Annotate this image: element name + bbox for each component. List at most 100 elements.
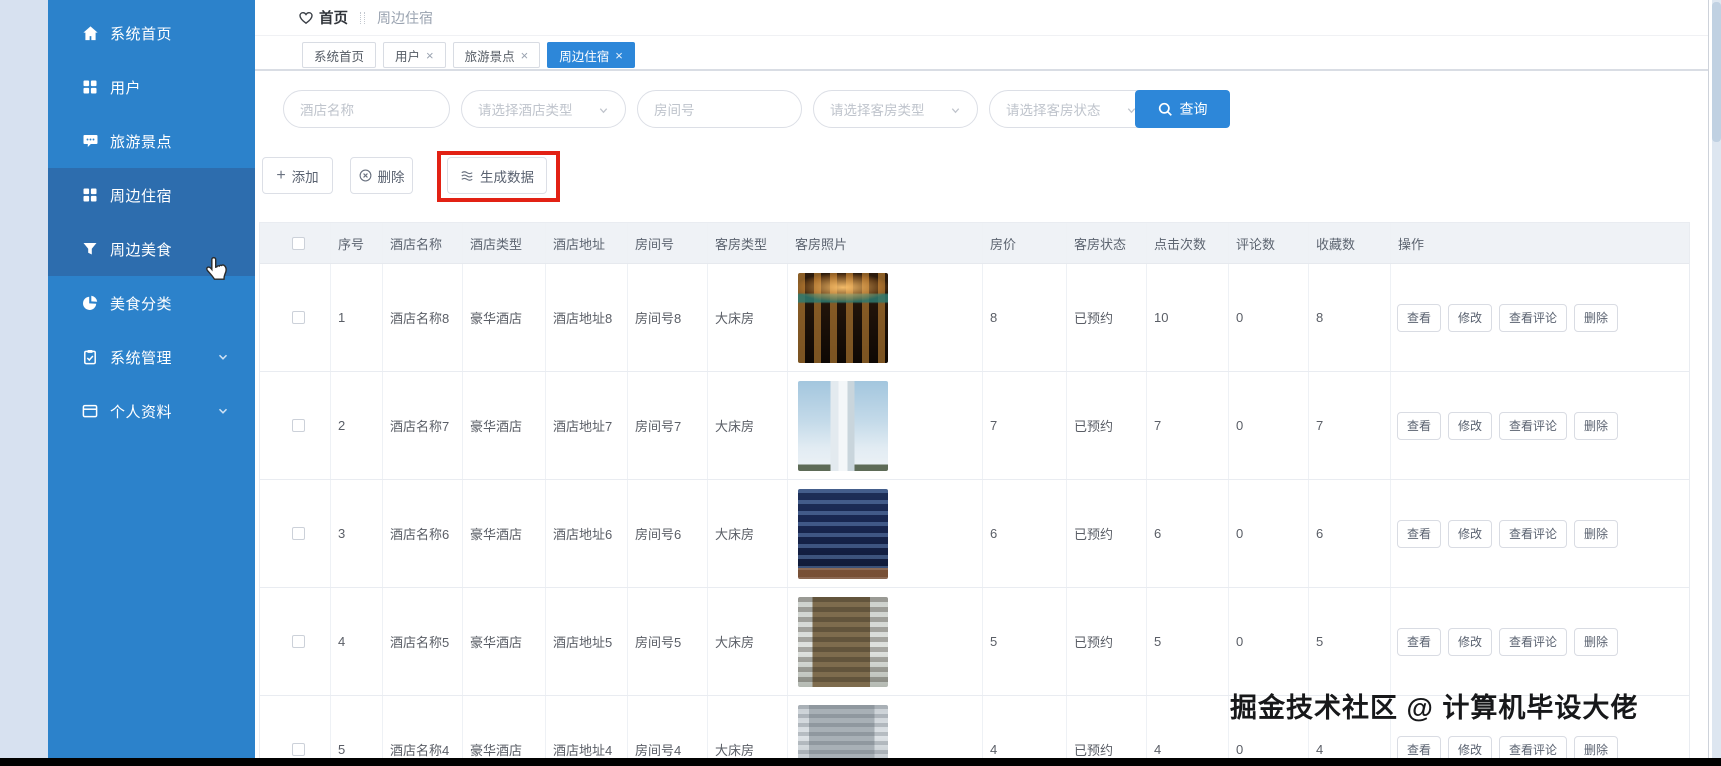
table-row: 3 酒店名称6 豪华酒店 酒店地址6 房间号6 大床房 6 已预约 6 0 6 查看 修改 查看评论 删除 [260, 480, 1689, 588]
filter-select-请选择酒店类型[interactable]: 请选择酒店类型 [461, 90, 626, 128]
tab-系统首页[interactable]: 系统首页 [302, 42, 377, 68]
cell-status: 已预约 [1067, 588, 1147, 695]
breadcrumb-separator [360, 11, 365, 24]
tab-close-icon[interactable]: × [521, 49, 529, 62]
tab-周边住宿[interactable]: 周边住宿 × [547, 42, 635, 68]
filter-select-请选择客房类型[interactable]: 请选择客房类型 [813, 90, 978, 128]
vertical-scrollbar[interactable] [1712, 0, 1721, 766]
sidebar-item-系统管理[interactable]: 系统管理 [48, 330, 255, 384]
cell-favs: 5 [1309, 588, 1391, 695]
placeholder-text: 请选择客房类型 [830, 103, 925, 118]
placeholder-text: 房间号 [654, 103, 695, 118]
row-action-查看[interactable]: 查看 [1397, 627, 1442, 656]
chevron-down-icon [216, 404, 230, 418]
app-window: 系统首页 用户 旅游景点 周边住宿 周边美食 美食分类 系统管理 个人资料 首页 周边住宿 系… [0, 0, 1721, 766]
room-photo-hotel-night-blue [798, 488, 888, 579]
row-action-查看[interactable]: 查看 [1397, 303, 1442, 332]
row-action-查看评论[interactable]: 查看评论 [1499, 627, 1568, 656]
room-photo-hotel-entrance-night [798, 272, 888, 363]
filter-input-酒店名称[interactable]: 酒店名称 [283, 90, 450, 128]
scrollbar-thumb[interactable] [1712, 2, 1721, 142]
cell-room: 房间号5 [628, 588, 708, 695]
cell-price: 7 [983, 372, 1067, 479]
placeholder-text: 请选择客房状态 [1006, 103, 1101, 118]
header-cell-房价: 房价 [983, 223, 1067, 263]
breadcrumb-home[interactable]: 首页 [298, 7, 348, 28]
header-cell-序号: 序号 [331, 223, 383, 263]
add-button-label: 添加 [291, 169, 319, 185]
breadcrumb: 首页 周边住宿 [255, 0, 1708, 36]
cell-favs: 8 [1309, 264, 1391, 371]
header-cell-点击次数: 点击次数 [1147, 223, 1229, 263]
row-action-查看评论[interactable]: 查看评论 [1499, 411, 1568, 440]
generate-data-button[interactable]: 生成数据 [447, 157, 547, 194]
sidebar-item-周边住宿[interactable]: 周边住宿 [48, 168, 255, 222]
row-action-删除[interactable]: 删除 [1574, 627, 1619, 656]
row-action-删除[interactable]: 删除 [1574, 303, 1619, 332]
row-action-查看评论[interactable]: 查看评论 [1499, 303, 1568, 332]
row-checkbox[interactable] [292, 311, 305, 324]
sidebar-item-label: 美食分类 [110, 295, 173, 313]
cell-checkbox [260, 480, 331, 587]
cell-photo [788, 480, 983, 587]
cell-checkbox [260, 264, 331, 371]
cell-no: 1 [331, 264, 383, 371]
row-action-查看[interactable]: 查看 [1397, 411, 1442, 440]
sidebar-item-label: 系统首页 [110, 25, 173, 43]
header-cell-酒店地址: 酒店地址 [546, 223, 628, 263]
cell-address: 酒店地址8 [546, 264, 628, 371]
cell-type: 豪华酒店 [463, 480, 546, 587]
row-action-删除[interactable]: 删除 [1574, 411, 1619, 440]
cell-name: 酒店名称7 [383, 372, 463, 479]
search-button[interactable]: 查询 [1135, 90, 1230, 128]
cell-actions: 查看 修改 查看评论 删除 [1391, 264, 1691, 371]
cell-clicks: 10 [1147, 264, 1229, 371]
row-checkbox[interactable] [292, 419, 305, 432]
tab-bar-divider [255, 69, 1708, 71]
funnel-icon [82, 241, 99, 258]
row-action-修改[interactable]: 修改 [1448, 411, 1493, 440]
row-action-删除[interactable]: 删除 [1574, 519, 1619, 548]
cell-price: 6 [983, 480, 1067, 587]
row-action-查看评论[interactable]: 查看评论 [1499, 519, 1568, 548]
tab-label: 系统首页 [314, 49, 365, 64]
cell-price: 8 [983, 264, 1067, 371]
filter-input-房间号[interactable]: 房间号 [637, 90, 802, 128]
cell-room_type: 大床房 [708, 588, 788, 695]
row-action-修改[interactable]: 修改 [1448, 627, 1493, 656]
filter-select-请选择客房状态[interactable]: 请选择客房状态 [989, 90, 1154, 128]
chevron-down-icon [216, 350, 230, 364]
row-checkbox[interactable] [292, 743, 305, 756]
sidebar-item-美食分类[interactable]: 美食分类 [48, 276, 255, 330]
cell-room: 房间号4 [628, 696, 708, 766]
tab-label: 周边住宿 [559, 49, 610, 64]
cell-status: 已预约 [1067, 372, 1147, 479]
row-action-修改[interactable]: 修改 [1448, 519, 1493, 548]
row-action-查看[interactable]: 查看 [1397, 519, 1442, 548]
placeholder-text: 请选择酒店类型 [478, 103, 573, 118]
cell-no: 2 [331, 372, 383, 479]
tab-旅游景点[interactable]: 旅游景点 × [452, 42, 541, 68]
cell-type: 豪华酒店 [463, 696, 546, 766]
header-cell-收藏数: 收藏数 [1309, 223, 1391, 263]
placeholder-text: 酒店名称 [300, 103, 354, 118]
add-button[interactable]: + 添加 [262, 157, 333, 194]
sidebar-item-个人资料[interactable]: 个人资料 [48, 384, 255, 438]
tab-close-icon[interactable]: × [615, 49, 623, 62]
header-cell-select-all [260, 223, 331, 263]
header-cell-操作: 操作 [1398, 236, 1425, 252]
sidebar-item-系统首页[interactable]: 系统首页 [48, 6, 255, 60]
cell-comments: 0 [1229, 264, 1309, 371]
row-checkbox[interactable] [292, 527, 305, 540]
tab-close-icon[interactable]: × [426, 49, 434, 62]
row-action-修改[interactable]: 修改 [1448, 303, 1493, 332]
delete-button[interactable]: 删除 [350, 157, 413, 194]
sidebar-item-周边美食[interactable]: 周边美食 [48, 222, 255, 276]
row-checkbox[interactable] [292, 635, 305, 648]
sidebar-item-旅游景点[interactable]: 旅游景点 [48, 114, 255, 168]
select-all-checkbox[interactable] [292, 236, 305, 250]
toolbar: + 添加 删除 生成数据 [255, 151, 1708, 202]
tab-用户[interactable]: 用户 × [383, 42, 446, 68]
sidebar-item-用户[interactable]: 用户 [48, 60, 255, 114]
breadcrumb-current: 周边住宿 [377, 9, 433, 26]
